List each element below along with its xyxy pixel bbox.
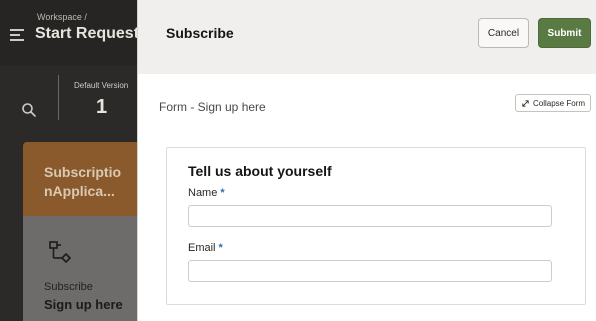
subscribe-drawer: Subscribe Cancel Submit Form - Sign up h… bbox=[137, 0, 596, 321]
email-label: Email * bbox=[188, 242, 223, 254]
collapse-form-label: Collapse Form bbox=[532, 98, 585, 108]
search-icon[interactable] bbox=[21, 102, 37, 118]
required-indicator: * bbox=[218, 242, 223, 254]
section-title: Tell us about yourself bbox=[188, 163, 332, 179]
name-label-text: Name bbox=[188, 187, 218, 199]
divider bbox=[58, 75, 59, 120]
submit-button[interactable]: Submit bbox=[538, 18, 591, 48]
collapse-arrows-icon bbox=[522, 99, 529, 107]
page-title: Start Request bbox=[35, 25, 140, 42]
collapse-form-button[interactable]: Collapse Form bbox=[515, 94, 591, 112]
drawer-title: Subscribe bbox=[166, 25, 234, 41]
cancel-button[interactable]: Cancel bbox=[478, 18, 529, 48]
name-label: Name * bbox=[188, 187, 225, 199]
required-indicator: * bbox=[220, 187, 225, 199]
process-form-icon bbox=[49, 241, 72, 264]
form-section: Tell us about yourself Name * Email * bbox=[166, 147, 586, 305]
hamburger-menu-icon[interactable] bbox=[10, 29, 26, 41]
version-number: 1 bbox=[96, 96, 108, 118]
name-field[interactable] bbox=[188, 205, 552, 227]
application-card-title: Subscriptio nApplica... bbox=[44, 164, 122, 199]
email-field[interactable] bbox=[188, 260, 552, 282]
version-label: Default Version bbox=[74, 81, 129, 90]
email-label-text: Email bbox=[188, 242, 216, 254]
form-heading: Form - Sign up here bbox=[159, 100, 266, 114]
form-card-name: Sign up here bbox=[44, 297, 123, 312]
breadcrumb[interactable]: Workspace / bbox=[37, 12, 87, 22]
drawer-header: Subscribe Cancel Submit bbox=[138, 0, 596, 74]
form-card-type: Subscribe bbox=[44, 281, 93, 293]
